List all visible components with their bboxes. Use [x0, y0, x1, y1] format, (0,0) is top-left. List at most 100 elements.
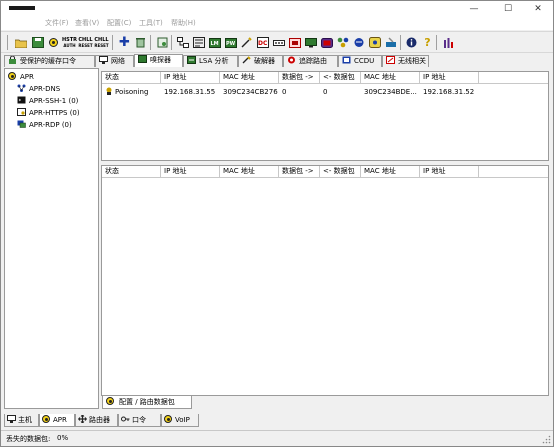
app-logo-icon — [9, 6, 35, 10]
toolbar-separator — [112, 35, 113, 50]
tree-item-apr-ssh[interactable]: APR-SSH-1 (0) — [17, 96, 78, 106]
menu-file[interactable]: 文件(F) — [45, 18, 69, 28]
chal-reset-button[interactable]: CHLL RESET — [78, 35, 93, 50]
dsc-button[interactable]: DC — [255, 35, 270, 50]
config-button[interactable] — [383, 35, 398, 50]
tree-root-apr[interactable]: APR — [8, 72, 34, 82]
radiation-icon — [8, 72, 17, 80]
column-header[interactable]: MAC 地址 — [220, 166, 279, 178]
tree-label: APR-SSH-1 (0) — [29, 97, 79, 105]
column-header[interactable]: 数据包 -> — [279, 166, 320, 178]
chal2-sub-icon: RESET — [94, 42, 109, 48]
column-header[interactable]: <- 数据包 — [320, 166, 361, 178]
lost-packets-value: 0% — [57, 434, 69, 442]
tv-button[interactable] — [319, 35, 334, 50]
column-header[interactable]: MAC 地址 — [361, 166, 420, 178]
status-cell: Poisoning — [102, 86, 161, 98]
tab-cached-passwords[interactable]: 受保护的缓存口令 — [4, 55, 95, 67]
tab-voip[interactable]: VoIP — [161, 414, 199, 427]
tab-config-routing[interactable]: 配置 / 路由数据包 — [102, 396, 192, 409]
chal-reset-2-button[interactable]: CHLL RESET — [94, 35, 109, 50]
tree-item-apr-rdp[interactable]: APR-RDP (0) — [17, 120, 72, 130]
column-header[interactable]: IP 地址 — [161, 72, 220, 84]
resize-grip-icon[interactable] — [542, 435, 551, 444]
ntlm-button[interactable]: LM — [207, 35, 222, 50]
certificate-button[interactable] — [155, 35, 170, 50]
tab-traceroute[interactable]: 追踪路由 — [283, 55, 338, 67]
radiation-icon — [42, 415, 51, 423]
column-header[interactable]: IP 地址 — [420, 72, 479, 84]
tree-item-apr-https[interactable]: APR-HTTPS (0) — [17, 108, 80, 118]
save-button[interactable] — [30, 35, 45, 50]
ciphers-button[interactable] — [287, 35, 302, 50]
menu-help[interactable]: 帮助(H) — [171, 18, 196, 28]
tab-label: APR — [53, 416, 67, 424]
add-button[interactable]: ✚ — [117, 35, 132, 50]
dots-button[interactable] — [271, 35, 286, 50]
close-button[interactable]: ✕ — [523, 2, 553, 16]
maximize-button[interactable]: ☐ — [493, 2, 523, 16]
wireless-button[interactable] — [351, 35, 366, 50]
lock-icon — [9, 56, 16, 64]
svg-text:LM: LM — [210, 41, 218, 47]
chart-button[interactable] — [441, 35, 456, 50]
info-icon — [406, 37, 417, 48]
certificate-icon — [17, 108, 26, 116]
tab-sniffer[interactable]: 嗅探器 — [134, 54, 183, 67]
tab-routers[interactable]: 路由器 — [75, 414, 118, 427]
menu-view[interactable]: 查看(V) — [75, 18, 99, 28]
terminal-icon — [17, 96, 26, 104]
tab-network[interactable]: 网络 — [95, 55, 134, 67]
menu-config[interactable]: 配置(C) — [107, 18, 131, 28]
arp-scan-button[interactable]: HSTR AUTH — [62, 35, 77, 50]
table-row[interactable]: Poisoning 192.168.31.55 309C234CB276 0 0… — [102, 86, 548, 98]
toolbar-separator — [7, 35, 8, 50]
trace-button[interactable] — [175, 35, 190, 50]
ccdu-icon — [342, 56, 351, 64]
column-header[interactable]: 状态 — [102, 166, 161, 178]
wand-button[interactable] — [239, 35, 254, 50]
tab-wireless[interactable]: 无线相关 — [382, 55, 429, 67]
hash-button[interactable] — [191, 35, 206, 50]
poison-icon — [106, 87, 112, 95]
tab-ccdu[interactable]: CCDU — [338, 55, 382, 67]
column-header[interactable]: IP 地址 — [420, 166, 479, 178]
column-header[interactable]: 数据包 -> — [279, 72, 320, 84]
table-header: 状态 IP 地址 MAC 地址 数据包 -> <- 数据包 MAC 地址 IP … — [102, 72, 548, 84]
column-header[interactable]: 状态 — [102, 72, 161, 84]
remove-button[interactable] — [133, 35, 148, 50]
column-header[interactable]: IP 地址 — [161, 166, 220, 178]
tools-icon — [385, 37, 396, 47]
tab-cracker[interactable]: 破解器 — [238, 55, 283, 67]
tab-hosts[interactable]: 主机 — [4, 414, 39, 427]
table-header: 状态 IP 地址 MAC 地址 数据包 -> <- 数据包 MAC 地址 IP … — [102, 166, 548, 178]
hash-calc-icon — [192, 37, 205, 48]
apr-poisoning-table: 状态 IP 地址 MAC 地址 数据包 -> <- 数据包 MAC 地址 IP … — [101, 71, 549, 161]
menu-tools[interactable]: 工具(T) — [139, 18, 163, 28]
phone-icon — [368, 37, 381, 48]
tab-passwords[interactable]: 口令 — [118, 414, 161, 427]
voip-button[interactable] — [367, 35, 382, 50]
tree-item-apr-dns[interactable]: APR-DNS — [17, 84, 60, 94]
tab-lsa[interactable]: LSA 分析 — [183, 55, 238, 67]
column-header[interactable]: MAC 地址 — [220, 72, 279, 84]
apr-start-button[interactable] — [46, 35, 61, 50]
toolbar-separator — [150, 35, 151, 50]
tab-apr[interactable]: APR — [39, 414, 75, 427]
sniffer-view-tabs: 主机 APR 路由器 口令 VoIP — [1, 414, 553, 427]
router-icon — [78, 415, 87, 423]
monitor-button[interactable] — [303, 35, 318, 50]
info-button[interactable] — [404, 35, 419, 50]
lost-packets-label: 丢失的数据包: — [6, 435, 51, 443]
help-button[interactable]: ? — [420, 35, 435, 50]
tree-label: APR — [20, 73, 34, 81]
svg-text:PW: PW — [226, 41, 236, 47]
open-button[interactable] — [13, 35, 28, 50]
route-icon — [176, 37, 189, 48]
minimize-button[interactable]: — — [459, 2, 489, 16]
column-header[interactable]: MAC 地址 — [361, 72, 420, 84]
column-header[interactable]: <- 数据包 — [320, 72, 361, 84]
reset-button[interactable] — [335, 35, 350, 50]
toolbar-separator — [400, 35, 401, 50]
pwd-button[interactable]: PW — [223, 35, 238, 50]
